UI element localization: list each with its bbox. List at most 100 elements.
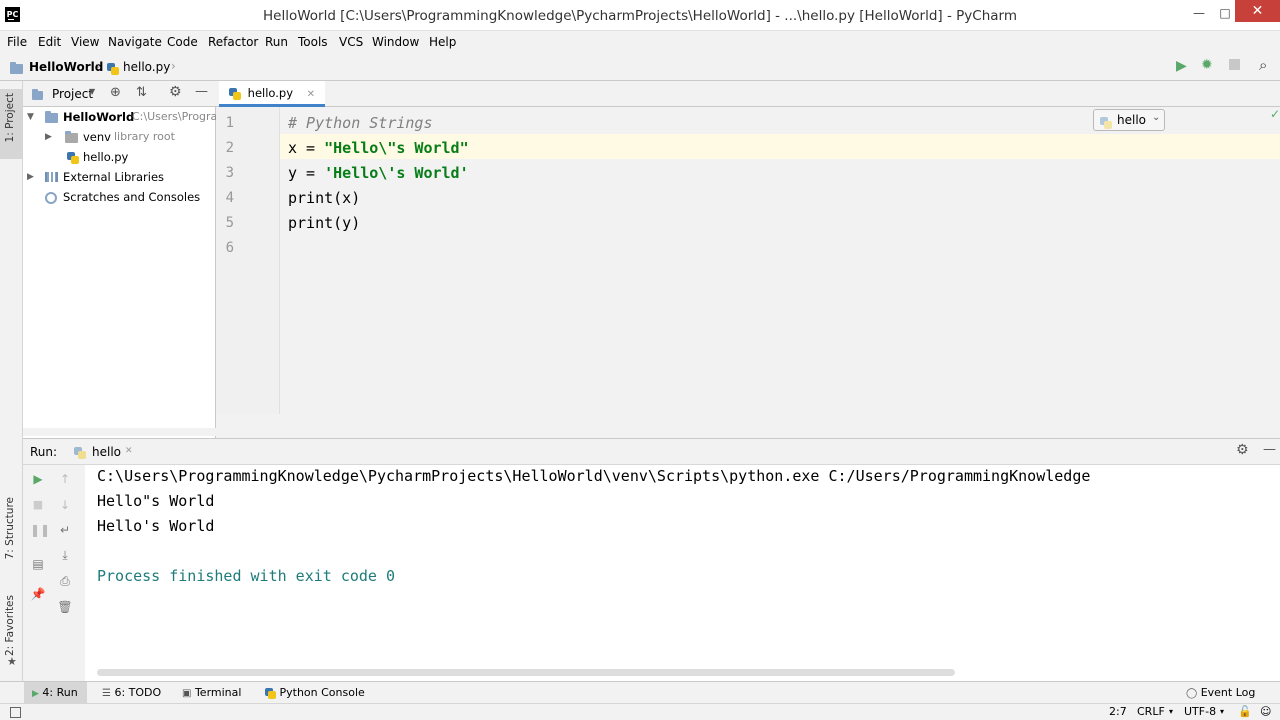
stop-icon[interactable] (1229, 59, 1240, 70)
breadcrumb-file[interactable]: hello.py (123, 60, 170, 74)
event-log-button[interactable]: ◯ Event Log (1186, 685, 1255, 702)
tree-item-hint: library root (114, 130, 175, 143)
python-file-icon (67, 147, 79, 167)
code-line: print(x) (288, 189, 361, 207)
run-console-output[interactable]: C:\Users\ProgrammingKnowledge\PycharmPro… (85, 465, 1280, 681)
python-file-icon (107, 61, 119, 75)
print-icon[interactable]: ⎙ (57, 573, 73, 589)
lock-icon[interactable]: 🔓 (1238, 705, 1252, 718)
down-arrow-icon[interactable]: ↓ (57, 497, 73, 513)
event-log-label: Event Log (1200, 686, 1256, 699)
project-panel: Project ▼ ⊕ ⇅ ⚙ — ▼ HelloWorld C:\Users\… (23, 81, 217, 438)
bottom-tool-tabs: ▶ 4: Run ☰ 6: TODO ▣ Terminal Python Con… (0, 681, 1280, 703)
gear-icon[interactable]: ⚙ (1236, 442, 1249, 458)
tool-tab-project[interactable]: 1: Project (4, 93, 16, 142)
line-number: 5 (225, 215, 234, 231)
close-button[interactable]: ✕ (1235, 0, 1280, 22)
run-tab-hello[interactable]: hello (92, 445, 121, 459)
library-icon (45, 172, 58, 182)
hide-panel-icon[interactable]: — (195, 84, 208, 99)
python-file-icon (74, 445, 86, 459)
tool-tab-todo[interactable]: ☰ 6: TODO (102, 685, 161, 702)
pause-icon[interactable]: ❚❚ (30, 522, 50, 538)
hide-panel-icon[interactable]: — (1263, 442, 1276, 457)
tool-tab-label: Terminal (194, 686, 242, 699)
menu-edit[interactable]: Edit (38, 35, 61, 49)
scroll-to-end-icon[interactable]: ⤓ (57, 547, 73, 563)
project-view-select[interactable]: Project (52, 87, 93, 101)
project-panel-header: Project ▼ ⊕ ⇅ ⚙ — (23, 81, 216, 107)
folder-icon (65, 127, 78, 147)
window-title: HelloWorld [C:\Users\ProgrammingKnowledg… (262, 8, 1018, 24)
code-editor[interactable]: # Python Strings x = "Hello\"s World" y … (280, 107, 1280, 414)
restore-layout-icon[interactable]: ▤ (30, 556, 46, 572)
chevron-down-icon[interactable]: ▼ (27, 107, 34, 127)
tool-tab-python-console[interactable]: Python Console (265, 685, 365, 701)
line-number: 2 (225, 140, 234, 156)
menu-code[interactable]: Code (167, 35, 198, 49)
inspector-icon[interactable]: ☺ (1260, 705, 1271, 718)
search-icon[interactable]: ⌕ (1259, 56, 1267, 74)
chevron-down-icon[interactable]: ▼ (89, 87, 95, 96)
run-icon: ▶ (32, 689, 39, 699)
menu-refactor[interactable]: Refactor (208, 35, 258, 49)
menu-bar: File Edit View Navigate Code Refactor Ru… (0, 31, 1280, 53)
left-tool-stripe: 1: Project 7: Structure 2: Favorites ★ (0, 81, 23, 681)
locate-file-icon[interactable]: ⊕ (110, 85, 121, 100)
scratches-icon (45, 192, 57, 204)
pin-tab-icon[interactable]: 📌 (30, 586, 46, 602)
code-line: y = 'Hello\'s World' (288, 164, 469, 182)
clear-all-icon[interactable]: 🗑 (57, 599, 73, 615)
menu-file[interactable]: File (7, 35, 27, 49)
chevron-right-icon[interactable]: ▶ (45, 127, 52, 147)
event-log-icon: ◯ (1186, 688, 1198, 699)
chevron-right-icon[interactable]: ▶ (27, 167, 34, 187)
gear-icon[interactable]: ⚙ (169, 84, 182, 100)
soft-wrap-icon[interactable]: ↵ (57, 522, 73, 538)
console-line: Hello's World (97, 517, 215, 535)
menu-view[interactable]: View (71, 35, 99, 49)
tool-tab-terminal[interactable]: ▣ Terminal (182, 685, 241, 702)
inspection-ok-icon[interactable]: ✓ (1270, 107, 1280, 121)
tree-item-project-root[interactable]: ▼ HelloWorld C:\Users\Progra (27, 107, 217, 127)
tool-tab-label: 6: TODO (114, 686, 162, 699)
collapse-all-icon[interactable]: ⇅ (136, 85, 147, 100)
close-tab-icon[interactable]: ✕ (307, 89, 315, 100)
breadcrumb-project[interactable]: HelloWorld (29, 60, 103, 74)
python-console-icon (265, 687, 276, 699)
project-horizontal-scrollbar[interactable] (23, 428, 216, 436)
run-panel-header: Run: hello ✕ ⚙ — (23, 438, 1280, 465)
editor-tab-hello-py[interactable]: hello.py ✕ (219, 81, 326, 107)
console-line: C:\Users\ProgrammingKnowledge\PycharmPro… (97, 467, 1091, 485)
run-icon[interactable]: ▶ (1176, 58, 1187, 74)
menu-vcs[interactable]: VCS (339, 35, 363, 49)
folder-icon (45, 107, 58, 127)
terminal-icon: ▣ (182, 688, 192, 699)
debug-icon[interactable]: ✹ (1201, 57, 1213, 73)
menu-help[interactable]: Help (429, 35, 456, 49)
line-separator-select[interactable]: CRLF (1137, 705, 1165, 718)
minimize-button[interactable]: — (1185, 2, 1213, 24)
editor-tab-label: hello.py (247, 86, 294, 100)
star-icon: ★ (7, 655, 17, 668)
up-arrow-icon[interactable]: ↑ (57, 471, 73, 487)
menu-tools[interactable]: Tools (298, 35, 328, 49)
code-line: x = "Hello\"s World" (288, 139, 469, 157)
tool-tab-run[interactable]: ▶ 4: Run (32, 685, 78, 702)
caret-position[interactable]: 2:7 (1109, 705, 1127, 718)
tool-tab-favorites[interactable]: 2: Favorites (4, 595, 16, 656)
editor-tab-bar: hello.py ✕ (216, 81, 1280, 107)
breadcrumb-separator: › (96, 59, 101, 73)
rerun-icon[interactable]: ▶ (30, 471, 46, 487)
console-horizontal-scrollbar[interactable] (97, 669, 955, 676)
toggle-tool-windows-icon[interactable] (10, 707, 21, 718)
menu-navigate[interactable]: Navigate (108, 35, 162, 49)
stop-icon[interactable]: ■ (30, 497, 46, 513)
menu-run[interactable]: Run (265, 35, 288, 49)
tool-tab-structure[interactable]: 7: Structure (4, 497, 16, 559)
tool-tab-label: 4: Run (42, 686, 78, 699)
menu-window[interactable]: Window (372, 35, 419, 49)
encoding-select[interactable]: UTF-8 (1184, 705, 1216, 718)
close-tab-icon[interactable]: ✕ (125, 446, 133, 456)
folder-icon (10, 61, 23, 75)
